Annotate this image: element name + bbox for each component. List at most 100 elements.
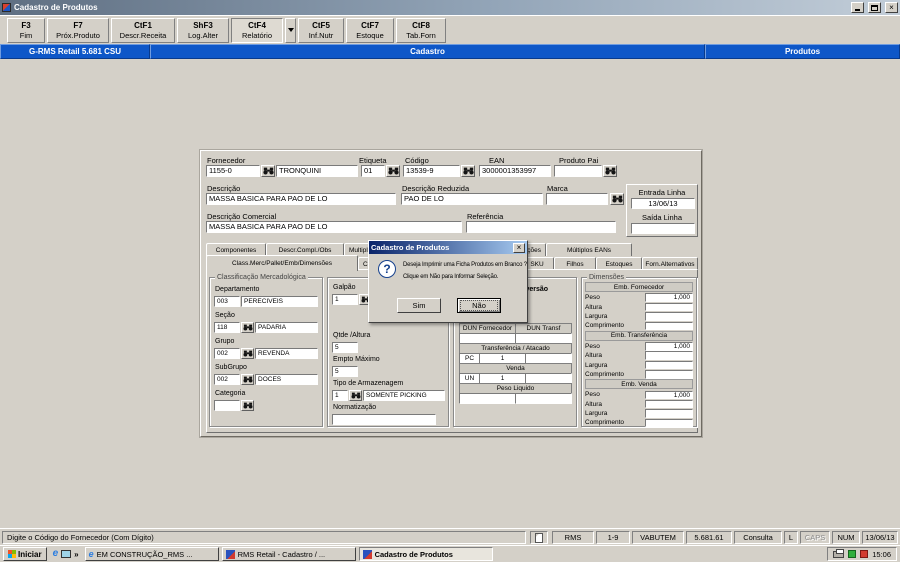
subgrupo-code-field[interactable]: 002 [214, 374, 240, 385]
galpao-field[interactable]: 1 [332, 294, 358, 305]
status-date: 13/06/13 [862, 531, 898, 544]
qtde-altura-field[interactable]: 5 [332, 342, 358, 353]
peso-field[interactable]: 1,000 [645, 391, 693, 400]
qtde-altura-label: Qtde /Altura [333, 332, 370, 340]
altura-field[interactable] [645, 400, 693, 409]
windows-flag-icon [8, 550, 16, 558]
comprimento-field[interactable] [645, 322, 693, 331]
ean-field[interactable]: 3000001353997 [479, 165, 551, 177]
start-button[interactable]: Iniciar [3, 547, 47, 561]
ie-icon[interactable]: e [53, 549, 59, 559]
subgrupo-lookup-button[interactable] [241, 374, 254, 385]
altura-label: Altura [585, 401, 645, 408]
chevron-expand-icon[interactable]: » [74, 550, 78, 559]
peso-field[interactable]: 1,000 [645, 342, 693, 351]
normatizacao-label: Normatização [333, 404, 376, 412]
ean-label: EAN [489, 156, 504, 165]
largura-field[interactable] [645, 409, 693, 418]
minimize-button[interactable] [851, 2, 864, 13]
fornecedor-lookup-button[interactable] [261, 165, 275, 177]
module-title: Cadastro [150, 44, 705, 59]
tipo-armazenagem-code-field[interactable]: 1 [332, 390, 348, 401]
grupo-name-field[interactable]: REVENDA [255, 348, 318, 359]
tipo-armazenagem-lookup-button[interactable] [349, 390, 362, 401]
departamento-code-field[interactable]: 003 [214, 296, 240, 307]
codigo-lookup-button[interactable] [461, 165, 475, 177]
entrada-linha-field: 13/06/13 [631, 198, 695, 209]
key-label: CtF5 [312, 21, 330, 31]
classificacao-legend: Classificação Mercadológica [215, 273, 308, 282]
task-button-em-construcao[interactable]: eEM CONSTRUÇÃO_RMS ... [85, 547, 219, 561]
marca-lookup-button[interactable] [610, 193, 624, 205]
tipo-armazenagem-name-field[interactable]: SOMENTE PICKING [363, 390, 445, 401]
peso-field[interactable]: 1,000 [645, 293, 693, 302]
sim-button[interactable]: Sim [397, 298, 441, 313]
show-desktop-icon[interactable] [61, 550, 71, 558]
peso-label: Peso [585, 343, 645, 350]
largura-field[interactable] [645, 312, 693, 321]
comprimento-field[interactable] [645, 419, 693, 428]
largura-field[interactable] [645, 361, 693, 370]
subgrupo-name-field[interactable]: DOCES [255, 374, 318, 385]
fornecedor-name-field[interactable]: TRONQUINI [276, 165, 358, 177]
toolbar-button-log-alter[interactable]: ShF3Log.Alter [177, 18, 229, 43]
produto-pai-lookup-button[interactable] [603, 165, 617, 177]
tray-status-icon-1[interactable] [848, 550, 856, 558]
secao-name-field[interactable]: PADARIA [255, 322, 318, 333]
comprimento-label: Comprimento [585, 371, 645, 378]
marca-field[interactable] [546, 193, 608, 205]
toolbar-button-tab-forn[interactable]: CtF8Tab.Forn [396, 18, 446, 43]
task-button-rms-retail[interactable]: RMS Retail - Cadastro / ... [222, 547, 356, 561]
normatizacao-field[interactable] [332, 414, 436, 425]
print-confirmation-dialog: Cadastro de Produtos × ? Deseja Imprimir… [368, 240, 528, 323]
binoculars-icon [388, 167, 399, 175]
window-titlebar: Cadastro de Produtos × [0, 0, 900, 15]
comprimento-label: Comprimento [585, 419, 645, 426]
descricao-reduzida-field[interactable]: PAO DE LO [401, 193, 543, 205]
status-range: 1-9 [596, 531, 630, 544]
task-button-cadastro-produtos[interactable]: Cadastro de Produtos [359, 547, 493, 561]
maximize-button[interactable] [868, 2, 881, 13]
tray-status-icon-2[interactable] [860, 550, 868, 558]
toolbar-button-relatorio[interactable]: CtF4Relatório [231, 18, 283, 43]
toolbar-button-estoque[interactable]: CtF7Estoque [346, 18, 394, 43]
descricao-comercial-field[interactable]: MASSA BASICA PARA PAO DE LO [206, 221, 462, 233]
departamento-name-field[interactable]: PERECIVEIS [241, 296, 318, 307]
categoria-lookup-button[interactable] [241, 400, 254, 411]
descricao-field[interactable]: MASSA BASICA PARA PAO DE LO [206, 193, 396, 205]
codigo-field[interactable]: 13539-9 [403, 165, 460, 177]
grupo-lookup-button[interactable] [241, 348, 254, 359]
secao-code-field[interactable]: 118 [214, 322, 240, 333]
produto-pai-field[interactable] [554, 165, 602, 177]
tab-class-merc-pallet-emb-dimensoes[interactable]: Class.Merc/Pallet/Emb/Dimensões [206, 255, 358, 271]
dialog-close-button[interactable]: × [513, 243, 525, 253]
nao-button[interactable]: Não [457, 298, 501, 313]
fornecedor-code-field[interactable]: 1155-0 [206, 165, 260, 177]
key-label: ShF3 [193, 21, 213, 31]
toolbar-button-prox-produto[interactable]: F7Próx.Produto [47, 18, 109, 43]
linha-info-box: Entrada Linha 13/06/13 Saída Linha [626, 184, 698, 237]
status-mode: Consulta [734, 531, 782, 544]
etiqueta-field[interactable]: 01 [361, 165, 385, 177]
relatorio-dropdown-button[interactable] [285, 18, 296, 43]
comprimento-field[interactable] [645, 370, 693, 379]
grupo-code-field[interactable]: 002 [214, 348, 240, 359]
referencia-field[interactable] [466, 221, 616, 233]
etiqueta-lookup-button[interactable] [386, 165, 400, 177]
altura-field[interactable] [645, 351, 693, 360]
printer-icon[interactable] [833, 551, 844, 558]
key-label: CtF4 [248, 21, 266, 31]
altura-field[interactable] [645, 303, 693, 312]
peso-liquido-field-2[interactable] [515, 393, 572, 404]
peso-liquido-field-1[interactable] [459, 393, 516, 404]
toolbar-button-descr-receita[interactable]: CtF1Descr.Receita [111, 18, 175, 43]
categoria-code-field[interactable] [214, 400, 240, 411]
emb-fornecedor-header: Emb. Fornecedor [585, 282, 693, 292]
toolbar-button-inf-nutr[interactable]: CtF5Inf.Nutr [298, 18, 344, 43]
action-label: Fim [20, 31, 33, 40]
secao-lookup-button[interactable] [241, 322, 254, 333]
saida-linha-label: Saída Linha [627, 213, 697, 222]
close-button[interactable]: × [885, 2, 898, 13]
empto-maximo-field[interactable]: 5 [332, 366, 358, 377]
toolbar-button-fim[interactable]: F3Fim [7, 18, 45, 43]
